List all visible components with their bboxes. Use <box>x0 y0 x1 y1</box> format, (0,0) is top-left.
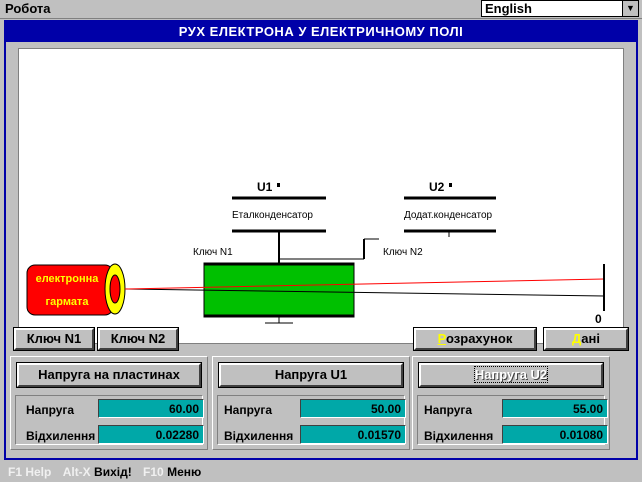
key2-label: Ключ N2 <box>383 247 423 258</box>
panel-plates-values: Напруга 60.00 Відхилення 0.02280 <box>15 395 204 445</box>
u2-terminal <box>449 183 452 187</box>
u1-caption: Еталконденсатор <box>232 210 313 221</box>
status-f10-text: Меню <box>167 465 202 479</box>
panel-u2: Напруга U2 Напруга 55.00 Відхилення 0.01… <box>412 356 610 450</box>
key2-button[interactable]: Ключ N2 <box>97 327 179 351</box>
voltage-value: 55.00 <box>502 399 608 418</box>
main-window: РУХ ЕЛЕКТРОНА У ЕЛЕКТРИЧНОМУ ПОЛІ U1 Ета… <box>4 20 638 460</box>
menu-robota[interactable]: Робота <box>5 1 51 16</box>
screen-zero-label: 0 <box>595 312 602 326</box>
dropdown-arrow-icon[interactable]: ▼ <box>622 1 638 16</box>
u2-voltage-button-label: Напруга U2 <box>473 366 549 383</box>
data-label: ані <box>581 331 600 346</box>
gun-aperture <box>109 274 121 304</box>
panel-u2-values: Напруга 55.00 Відхилення 0.01080 <box>417 395 608 445</box>
calculate-hotkey: Р <box>437 331 447 346</box>
status-altx-key[interactable]: Alt-X <box>63 465 91 479</box>
u2-caption: Додат.конденсатор <box>404 210 493 221</box>
voltage-value: 60.00 <box>98 399 204 418</box>
u2-voltage-button[interactable]: Напруга U2 <box>418 362 604 388</box>
data-button[interactable]: Дані <box>543 327 629 351</box>
status-f1-help[interactable]: F1 Help <box>8 465 51 479</box>
deflection-label: Відхилення <box>424 429 494 443</box>
calculate-button[interactable]: Розрахунок <box>413 327 537 351</box>
key1-label: Ключ N1 <box>193 247 233 258</box>
gun-label-line2: гармата <box>46 296 90 308</box>
experiment-diagram: U1 Еталконденсатор U2 Додат.конденсатор … <box>26 180 605 326</box>
voltage-label: Напруга <box>424 403 473 417</box>
menu-bar: Робота English ▼ <box>0 0 642 19</box>
status-f10-key[interactable]: F10 <box>143 465 164 479</box>
window-title: РУХ ЕЛЕКТРОНА У ЕЛЕКТРИЧНОМУ ПОЛІ <box>6 22 636 42</box>
voltage-value: 50.00 <box>300 399 406 418</box>
panel-u1-values: Напруга 50.00 Відхилення 0.01570 <box>217 395 406 445</box>
data-hotkey: Д <box>572 331 582 346</box>
status-altx-text: Вихід! <box>94 465 132 479</box>
deflection-label: Відхилення <box>224 429 294 443</box>
deflection-value: 0.02280 <box>98 425 204 444</box>
beam-deflected <box>124 278 605 290</box>
calculate-label: озрахунок <box>446 331 513 346</box>
language-select[interactable]: English ▼ <box>481 0 639 17</box>
u2-label: U2 <box>429 180 445 194</box>
deflection-value: 0.01570 <box>300 425 406 444</box>
plates-voltage-button[interactable]: Напруга на пластинах <box>16 362 202 388</box>
u1-terminal <box>277 183 280 187</box>
deflection-value: 0.01080 <box>502 425 608 444</box>
u1-voltage-button[interactable]: Напруга U1 <box>218 362 404 388</box>
u1-label: U1 <box>257 180 273 194</box>
status-bar: F1 Help Alt-X Вихід! F10 Меню <box>0 462 642 482</box>
language-value: English <box>485 1 532 16</box>
voltage-label: Напруга <box>26 403 75 417</box>
simulation-canvas: U1 Еталконденсатор U2 Додат.конденсатор … <box>18 48 624 344</box>
voltage-label: Напруга <box>224 403 273 417</box>
deflection-label: Відхилення <box>26 429 96 443</box>
key1-button[interactable]: Ключ N1 <box>13 327 95 351</box>
beam-reference <box>124 288 605 297</box>
panel-plates: Напруга на пластинах Напруга 60.00 Відхи… <box>10 356 208 450</box>
gun-label-line1: електронна <box>36 273 100 285</box>
panel-u1: Напруга U1 Напруга 50.00 Відхилення 0.01… <box>212 356 410 450</box>
